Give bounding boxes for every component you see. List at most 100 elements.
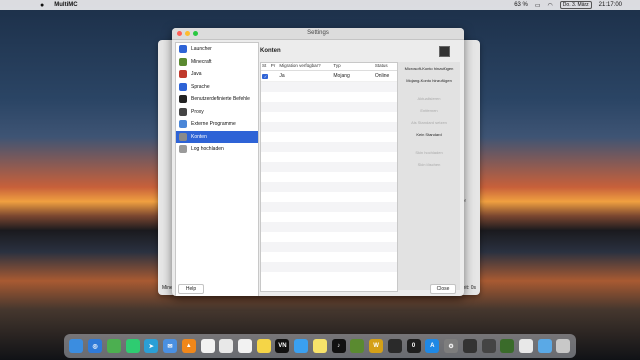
empty-row bbox=[261, 112, 397, 122]
sidebar-item-log-hochladen[interactable]: Log hochladen bbox=[176, 143, 258, 156]
multimc-icon[interactable] bbox=[500, 339, 515, 353]
document-icon bbox=[179, 145, 187, 154]
aktualisieren-button[interactable]: Aktualisieren bbox=[398, 93, 460, 104]
safari-icon[interactable]: ◎ bbox=[88, 339, 103, 353]
tiktok-icon[interactable]: ♪ bbox=[331, 339, 346, 353]
zoom-window-icon[interactable] bbox=[193, 31, 198, 36]
als-standard-setzen-button[interactable]: Als Standard setzen bbox=[398, 117, 460, 128]
sidebar-item-java[interactable]: Java bbox=[176, 68, 258, 81]
empty-row bbox=[261, 102, 397, 112]
folder-icon[interactable] bbox=[537, 339, 552, 353]
clips-icon[interactable] bbox=[294, 339, 309, 353]
sidebar-item-launcher[interactable]: Launcher bbox=[176, 43, 258, 56]
sidebar-item-externe-programme[interactable]: Externe Programme bbox=[176, 118, 258, 131]
empty-row bbox=[261, 262, 397, 272]
sidebar-item-konten[interactable]: Konten bbox=[176, 130, 258, 143]
column-header[interactable]: St bbox=[261, 63, 270, 70]
apple-menu-icon[interactable]: ● bbox=[40, 2, 44, 9]
terminal-icon bbox=[179, 95, 187, 104]
settings-dialog: Settings Launcher Minecraft Java Sprache Ben… bbox=[172, 28, 464, 296]
messages-icon[interactable] bbox=[125, 339, 140, 353]
account-actions: Microsoft-Konto hinzufügen Mojang-Konto h… bbox=[398, 62, 460, 290]
page-title: Konten bbox=[260, 48, 281, 54]
menu-bar: ● MultiMC 63 % ▭ ◠ Do. 3. März 21:17:00 bbox=[0, 0, 640, 10]
empty-row bbox=[261, 182, 397, 192]
sidebar-item-sprache[interactable]: Sprache bbox=[176, 81, 258, 94]
skin-avatar bbox=[439, 46, 450, 57]
default-checkbox[interactable]: ✓ bbox=[262, 73, 268, 79]
close-window-icon[interactable] bbox=[177, 31, 182, 36]
photos-icon[interactable] bbox=[237, 339, 252, 353]
empty-row bbox=[261, 162, 397, 172]
vn-icon[interactable]: VN bbox=[275, 339, 290, 353]
sidebar-item-label: Java bbox=[191, 71, 202, 78]
entfernen-button[interactable]: Entfernen bbox=[398, 105, 460, 116]
gear-icon bbox=[179, 120, 187, 129]
table-row[interactable]: ✓ Ja Mojang Online bbox=[261, 71, 397, 82]
preview-icon[interactable] bbox=[518, 339, 533, 353]
title-bar: Settings bbox=[172, 28, 464, 40]
screenshot-icon[interactable] bbox=[481, 339, 496, 353]
settings-sidebar: Launcher Minecraft Java Sprache Benutzerdefi… bbox=[175, 42, 259, 296]
empty-row bbox=[261, 192, 397, 202]
language-icon bbox=[179, 82, 187, 91]
empty-row bbox=[261, 172, 397, 182]
sidebar-item-label: Minecraft bbox=[191, 58, 212, 65]
column-header[interactable]: Migration verfügbar? bbox=[278, 63, 332, 70]
microsoft-konto-hinzufügen-button[interactable]: Microsoft-Konto hinzufügen bbox=[398, 63, 460, 74]
empty-row bbox=[261, 272, 397, 282]
empty-row bbox=[261, 82, 397, 92]
help-button[interactable]: Help bbox=[178, 284, 204, 294]
clock[interactable]: 21:17:00 bbox=[599, 2, 622, 8]
column-header[interactable]: Status bbox=[374, 63, 397, 70]
empty-row bbox=[261, 232, 397, 242]
stickies-icon[interactable] bbox=[312, 339, 327, 353]
activity-icon[interactable] bbox=[462, 339, 477, 353]
sidebar-item-proxy[interactable]: Proxy bbox=[176, 106, 258, 119]
skin-hochladen-button[interactable]: Skin hochladen bbox=[398, 147, 460, 158]
close-button[interactable]: Close bbox=[430, 284, 456, 294]
trash-icon[interactable] bbox=[556, 339, 571, 353]
column-header[interactable]: Typ bbox=[332, 63, 373, 70]
notes-icon[interactable] bbox=[256, 339, 271, 353]
minecraft-icon[interactable] bbox=[350, 339, 365, 353]
minimize-window-icon[interactable] bbox=[185, 31, 190, 36]
vlc-icon[interactable]: ▲ bbox=[181, 339, 196, 353]
accounts-icon bbox=[179, 132, 187, 141]
date-display[interactable]: Do. 3. März bbox=[559, 1, 592, 9]
empty-row bbox=[261, 212, 397, 222]
settings-icon[interactable]: ⚙ bbox=[444, 339, 459, 353]
wifi-icon[interactable]: ◠ bbox=[548, 2, 553, 9]
app-menu[interactable]: MultiMC bbox=[54, 2, 77, 8]
sidebar-item-benutzerdefinierte-befehle[interactable]: Benutzerdefinierte Befehle bbox=[176, 93, 258, 106]
sidebar-item-label: Launcher bbox=[191, 46, 212, 53]
sidebar-item-label: Log hochladen bbox=[191, 146, 224, 153]
sidebar-item-minecraft[interactable]: Minecraft bbox=[176, 56, 258, 69]
app-store-icon[interactable]: A bbox=[425, 339, 440, 353]
battery-icon[interactable]: ▭ bbox=[535, 2, 541, 9]
table-header: St Pr Migration verfügbar? Typ Status bbox=[261, 63, 397, 71]
telegram-icon[interactable]: ➤ bbox=[144, 339, 159, 353]
skin-löschen-button[interactable]: Skin löschen bbox=[398, 159, 460, 170]
empty-row bbox=[261, 202, 397, 212]
empty-row bbox=[261, 252, 397, 262]
obs-icon[interactable]: 0 bbox=[406, 339, 421, 353]
separator bbox=[398, 141, 460, 146]
empty-row bbox=[261, 122, 397, 132]
empty-row bbox=[261, 142, 397, 152]
sidebar-item-label: Proxy bbox=[191, 108, 204, 115]
sidebar-item-label: Sprache bbox=[191, 83, 210, 90]
kein-standard-button[interactable]: Kein Standard bbox=[398, 129, 460, 140]
rocket-icon bbox=[179, 45, 187, 54]
mojang-konto-hinzufügen-button[interactable]: Mojang-Konto hinzufügen bbox=[398, 75, 460, 86]
finder-icon[interactable] bbox=[69, 339, 84, 353]
maps-icon[interactable] bbox=[106, 339, 121, 353]
column-header[interactable]: Pr bbox=[270, 63, 279, 70]
mail-icon[interactable]: ✉ bbox=[163, 339, 178, 353]
sidebar-item-label: Benutzerdefinierte Befehle bbox=[191, 96, 250, 103]
wow-icon[interactable]: W bbox=[369, 339, 384, 353]
music-icon[interactable] bbox=[200, 339, 215, 353]
dock: ◎ ➤ ✉ ▲ VN ♪ W 0 A ⚙ bbox=[64, 334, 576, 358]
reader-icon[interactable] bbox=[219, 339, 234, 353]
app-icon[interactable] bbox=[387, 339, 402, 353]
